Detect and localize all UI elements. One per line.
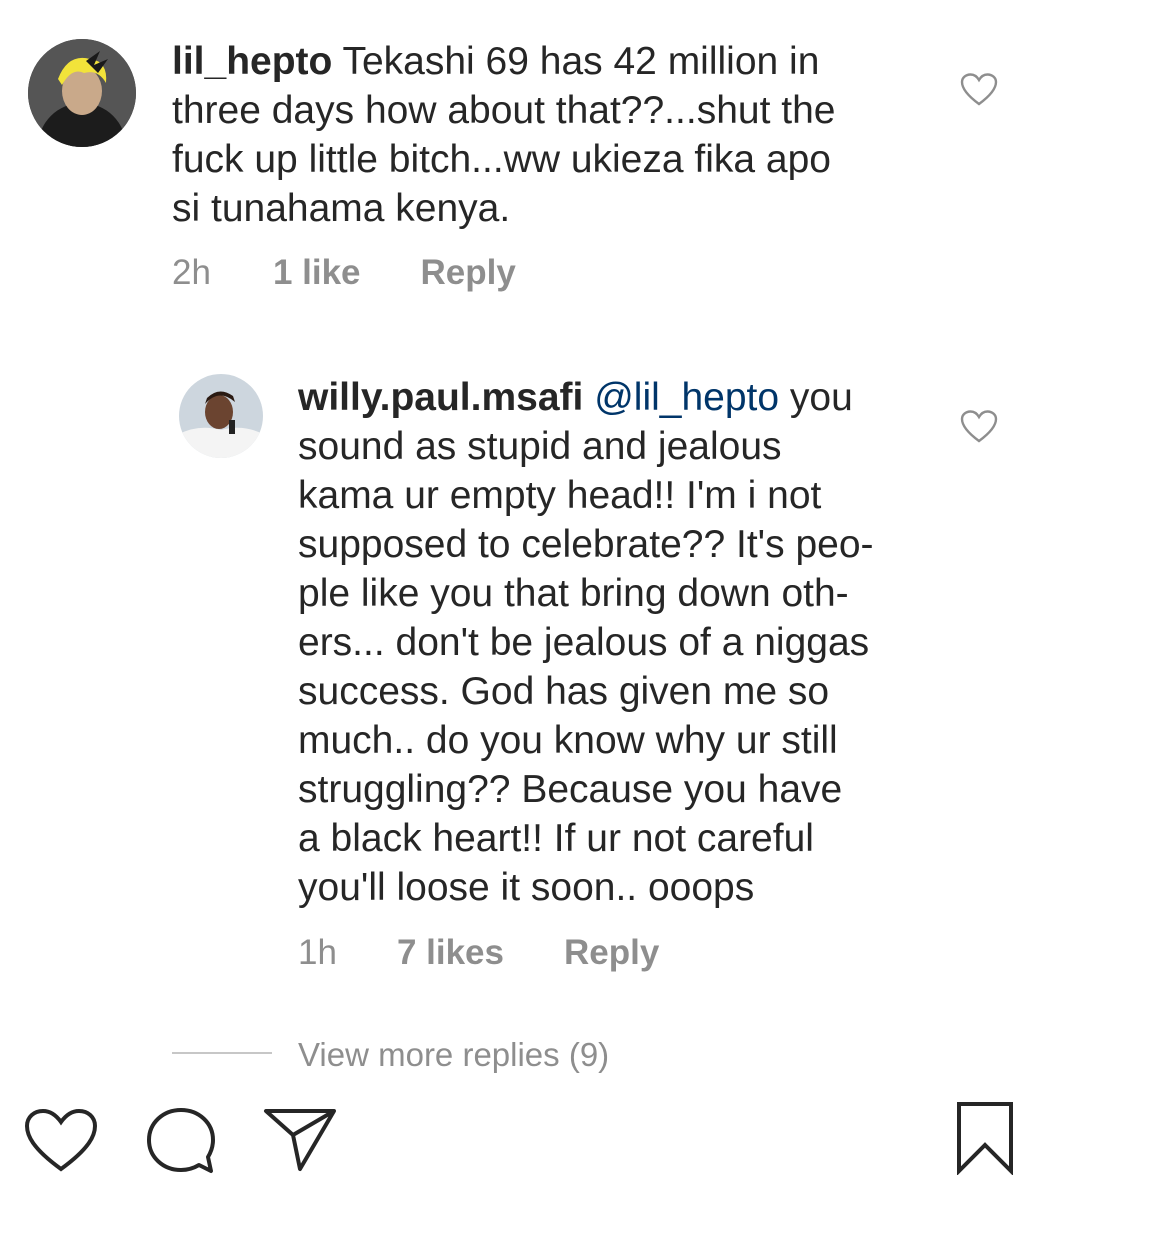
comment-2-line-8: much.. do you know why ur still [298, 719, 838, 762]
comment-1-username[interactable]: lil_hepto [172, 40, 332, 83]
comment-1-like-heart-icon[interactable] [960, 73, 998, 107]
comment-1-line-2: three days how about that??...shut the [172, 89, 836, 132]
send-icon[interactable] [263, 1106, 337, 1172]
comment-2-body: willy.paul.msafi @lil_hepto you sound as… [298, 373, 938, 912]
comment-2-time: 1h [298, 933, 337, 972]
comment-2-line-6: ers... don't be jealous of a niggas [298, 621, 870, 664]
comment-2-line-9: struggling?? Because you have [298, 768, 843, 811]
comment-2-line-10: a black heart!! If ur not careful [298, 817, 814, 860]
comment-1-likes[interactable]: 1 like [273, 253, 361, 293]
comment-2-reply-button[interactable]: Reply [564, 933, 659, 973]
comment-1-line-3: fuck up little bitch...ww ukieza fika ap… [172, 138, 831, 181]
comment-1-line-1: Tekashi 69 has 42 million in [332, 40, 820, 83]
comment-1-time: 2h [172, 253, 211, 292]
comment-2-line-1-rest: you [779, 376, 853, 419]
comment-1-reply-button[interactable]: Reply [421, 253, 516, 293]
avatar-willy-paul-msafi[interactable] [179, 374, 263, 458]
comment-2-line-11: you'll loose it soon.. ooops [298, 866, 755, 909]
comment-2-like-heart-icon[interactable] [960, 410, 998, 444]
comment-2-line-7: success. God has given me so [298, 670, 830, 713]
view-more-replies-button[interactable]: View more replies (9) [298, 1036, 609, 1074]
avatar-lil-hepto[interactable] [28, 39, 136, 147]
comment-1-meta: 2h 1 like Reply [172, 253, 516, 293]
replies-divider [172, 1052, 272, 1054]
comment-icon[interactable] [145, 1106, 217, 1176]
comment-2-likes[interactable]: 7 likes [397, 933, 504, 973]
comment-2-username[interactable]: willy.paul.msafi [298, 376, 583, 419]
comment-2-line-3: kama ur empty head!! I'm i not [298, 474, 822, 517]
comment-2-line-2: sound as stupid and jealous [298, 425, 782, 468]
bookmark-icon[interactable] [955, 1101, 1015, 1175]
comment-1-body: lil_hepto Tekashi 69 has 42 million in t… [172, 37, 932, 233]
comment-2-line-4: supposed to celebrate?? It's peo- [298, 523, 874, 566]
comment-1-line-4: si tunahama kenya. [172, 187, 511, 230]
heart-icon[interactable] [24, 1108, 98, 1174]
comment-2-mention-link[interactable]: @lil_hepto [594, 376, 779, 419]
comment-2-meta: 1h 7 likes Reply [298, 933, 659, 973]
comment-2-line-5: ple like you that bring down oth- [298, 572, 849, 615]
